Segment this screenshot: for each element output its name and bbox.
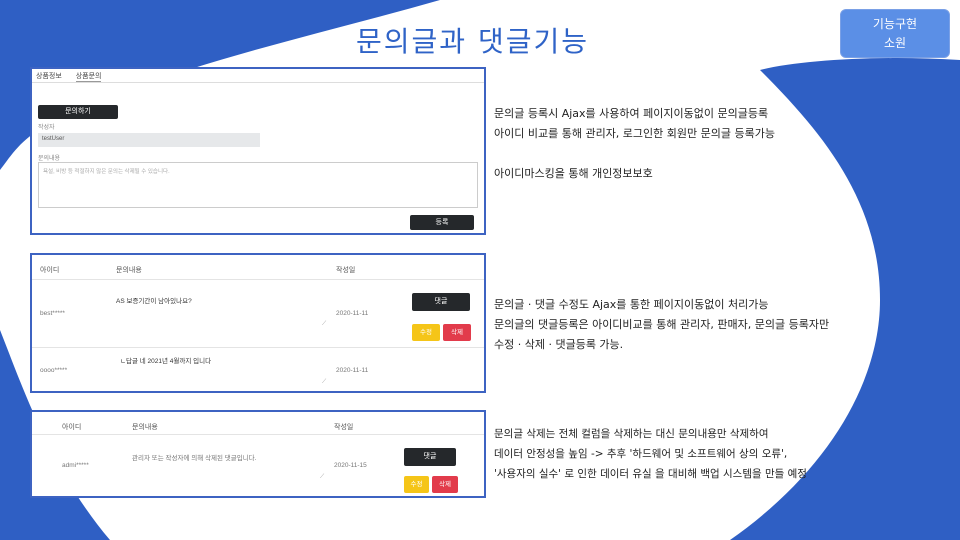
reply-button[interactable]: 댓글 (412, 293, 470, 311)
feature-tag-line1: 기능구현 (872, 17, 918, 31)
delete-button[interactable]: 삭제 (432, 476, 458, 493)
row1-content: AS 보증기간이 남아있나요? (116, 298, 192, 305)
desc1-line4: 아이디마스킹을 통해 개인정보보호 (494, 167, 653, 180)
row1-id: best***** (40, 310, 65, 317)
row2-id: oooo***** (40, 367, 68, 374)
desc2-line1: 문의글 · 댓글 수정도 Ajax를 통한 페이지이동없이 처리가능 (494, 298, 769, 311)
header-content: 문의내용 (132, 424, 158, 431)
inquiry-list-screenshot: 아이디 문의내용 작성일 AS 보증기간이 남아있나요? best***** 2… (30, 253, 486, 393)
desc3-line2: 데이터 안정성을 높임 -> 추후 '하드웨어 및 소프트웨어 상의 오류', (494, 448, 788, 460)
header-id: 아이디 (40, 267, 60, 274)
row-divider (32, 347, 484, 348)
description-block-3: 문의글 삭제는 전체 컬럼을 삭제하는 대신 문의내용만 삭제하여 데이터 안정… (494, 424, 807, 484)
header-date: 작성일 (334, 424, 354, 431)
row1-content: 관리자 또는 작성자에 의해 삭제된 댓글입니다. (132, 455, 257, 462)
tab-product-info[interactable]: 상품정보 (36, 71, 62, 81)
resize-handle-icon[interactable]: ⟋ (322, 321, 326, 328)
desc3-line3: '사용자의 실수' 로 인한 데이터 유실 을 대비해 백업 시스템을 만들 예… (494, 468, 807, 480)
page-title: 문의글과 댓글기능 (356, 25, 589, 58)
header-id: 아이디 (62, 424, 82, 431)
feature-tag: 기능구현 소원 (840, 9, 950, 58)
reply-button[interactable]: 댓글 (404, 448, 456, 466)
feature-tag-line2: 소원 (883, 36, 907, 50)
row1-date: 2020-11-11 (336, 310, 369, 317)
row2-date: 2020-11-11 (336, 367, 369, 374)
edit-button[interactable]: 수정 (412, 324, 440, 341)
header-date: 작성일 (336, 267, 356, 274)
row1-date: 2020-11-15 (334, 462, 367, 469)
desc2-line3: 수정 · 삭제 · 댓글등록 가능. (494, 338, 624, 351)
submit-inquiry-button[interactable]: 등록 (410, 215, 474, 230)
header-content: 문의내용 (116, 267, 142, 274)
resize-handle-icon[interactable]: ⟋ (320, 474, 324, 481)
header-divider (32, 279, 484, 280)
inquiry-form-screenshot: 상품정보 상품문의 문의하기 작성자 testUser 문의내용 욕설, 비방 … (30, 67, 486, 235)
desc1-line1: 문의글 등록시 Ajax를 사용하여 페이지이동없이 문의글등록 (494, 107, 769, 120)
tab-product-inquiry[interactable]: 상품문의 (75, 71, 102, 82)
resize-handle-icon[interactable]: ⟋ (322, 379, 326, 386)
description-block-2: 문의글 · 댓글 수정도 Ajax를 통한 페이지이동없이 처리가능 문의글의 … (494, 295, 829, 355)
desc1-line3 (494, 144, 775, 164)
deleted-inquiry-screenshot: 아이디 문의내용 작성일 관리자 또는 작성자에 의해 삭제된 댓글입니다. a… (30, 410, 486, 498)
writer-label: 작성자 (38, 125, 55, 131)
header-divider (32, 434, 484, 435)
desc1-line2: 아이디 비교를 통해 관리자, 로그인한 회원만 문의글 등록가능 (494, 127, 775, 140)
writer-field: testUser (38, 133, 260, 147)
row2-content: ㄴ답글 네 2021년 4월까지 입니다 (120, 358, 212, 365)
desc3-line1: 문의글 삭제는 전체 컬럼을 삭제하는 대신 문의내용만 삭제하여 (494, 428, 769, 440)
row1-id: admi***** (62, 462, 89, 469)
content-label: 문의내용 (38, 156, 61, 162)
write-inquiry-button[interactable]: 문의하기 (38, 105, 118, 119)
desc2-line2: 문의글의 댓글등록은 아이디비교를 통해 관리자, 판매자, 문의글 등록자만 (494, 318, 830, 331)
tab-divider (32, 82, 484, 83)
edit-button[interactable]: 수정 (404, 476, 429, 493)
product-tabs: 상품정보 상품문의 (36, 71, 113, 82)
delete-button[interactable]: 삭제 (443, 324, 471, 341)
description-block-1: 문의글 등록시 Ajax를 사용하여 페이지이동없이 문의글등록 아이디 비교를… (494, 104, 775, 184)
inquiry-content-textarea[interactable]: 욕설, 비방 등 적절하지 않은 문의는 삭제될 수 있습니다. (38, 162, 478, 208)
